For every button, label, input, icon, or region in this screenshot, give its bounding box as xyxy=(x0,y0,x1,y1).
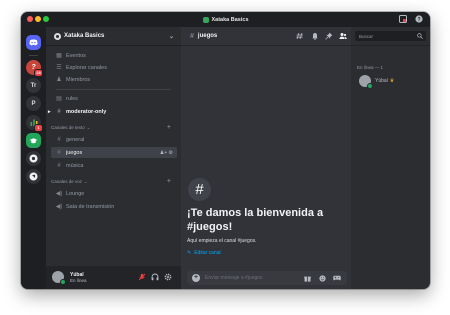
speaker-icon: ◀) xyxy=(55,204,63,210)
search-icon xyxy=(417,33,423,39)
user-panel: Yúbal En línea xyxy=(46,266,181,289)
search-input[interactable] xyxy=(359,31,413,41)
members-item[interactable]: ♟ Miembros xyxy=(51,74,177,85)
unread-badge: 28 xyxy=(34,69,43,77)
browse-channels-item[interactable]: ☰ Explorar canales xyxy=(51,62,177,73)
members-icon: ♟ xyxy=(56,77,62,83)
chevron-down-icon: ⌄ xyxy=(86,125,91,130)
unread-indicator-icon: ▸ xyxy=(48,108,51,115)
add-text-channel-icon[interactable]: + xyxy=(167,124,171,131)
member-list-icon[interactable] xyxy=(338,31,348,41)
voice-channel-lounge[interactable]: ◀) Lounge xyxy=(51,188,177,199)
online-status-icon xyxy=(367,83,373,89)
hash-icon: # xyxy=(57,162,61,169)
calendar-icon: ▦ xyxy=(56,53,62,59)
channel-musica[interactable]: # música xyxy=(51,160,177,171)
member-sidebar: En línea — 1 Yúbal ♛ xyxy=(351,27,430,289)
chat-area: # juegos # ¡Te damos la bienvenida a #ju… xyxy=(181,27,351,289)
server-icon xyxy=(202,16,209,23)
add-voice-channel-icon[interactable]: + xyxy=(167,178,171,185)
title-bar: Xataka Basics ? xyxy=(21,12,430,27)
game-controller-icon[interactable] xyxy=(333,274,341,282)
server-compass-icon[interactable] xyxy=(26,169,41,184)
gift-icon[interactable] xyxy=(303,274,311,282)
add-attachment-icon[interactable]: + xyxy=(192,274,200,282)
channel-moderator-only[interactable]: ▸ # moderator-only xyxy=(48,106,177,117)
user-settings-gear-icon[interactable] xyxy=(163,272,173,282)
online-status-icon xyxy=(60,279,66,285)
window-title: Xataka Basics xyxy=(21,12,430,27)
browse-channels-icon: ☰ xyxy=(56,65,62,71)
message-composer: + xyxy=(187,271,347,285)
server-chart-icon[interactable]: 1 xyxy=(26,115,43,132)
hash-icon: # xyxy=(57,136,61,143)
hash-icon: # xyxy=(190,32,194,40)
inbox-icon[interactable] xyxy=(398,15,407,24)
channel-general[interactable]: # general xyxy=(51,134,177,145)
add-member-icon[interactable]: ♟+ xyxy=(160,150,167,156)
rules-channel-icon: ▤ xyxy=(56,96,62,102)
chevron-down-icon: ⌄ xyxy=(168,33,174,40)
sidebar-divider xyxy=(56,89,171,90)
graduation-cap-icon[interactable] xyxy=(26,133,41,148)
pin-icon[interactable] xyxy=(324,31,334,41)
guild-icon xyxy=(54,32,61,40)
unread-badge: 1 xyxy=(34,124,43,132)
discord-window: Xataka Basics ? ? 28 Tr P 1 Xataka Basic… xyxy=(21,12,430,289)
server-avatar-icon[interactable]: ? 28 xyxy=(26,60,43,77)
server-tr-icon[interactable]: Tr xyxy=(26,78,41,93)
channel-title: juegos xyxy=(197,33,218,39)
server-rail: ? 28 Tr P 1 xyxy=(21,27,46,289)
online-members-header: En línea — 1 xyxy=(357,65,384,70)
header-separator xyxy=(351,45,430,46)
category-voice-channels[interactable]: Canales de voz ⌄ + xyxy=(51,177,177,186)
threads-icon[interactable] xyxy=(295,31,305,41)
server-p-icon[interactable]: P xyxy=(26,96,41,111)
speaker-icon: ◀) xyxy=(55,191,63,197)
voice-channel-transmision[interactable]: ◀) Sala de transmisión xyxy=(51,201,177,212)
headphones-icon[interactable] xyxy=(150,272,160,282)
welcome-hash-icon: # xyxy=(188,178,211,201)
help-icon[interactable]: ? xyxy=(414,15,423,24)
gear-icon[interactable]: ⚙ xyxy=(169,150,173,156)
crown-icon: ♛ xyxy=(389,78,395,84)
guild-header[interactable]: Xataka Basics ⌄ xyxy=(46,27,181,46)
welcome-title: ¡Te damos la bienvenida a #juegos! xyxy=(187,207,324,233)
sticker-icon[interactable] xyxy=(318,274,326,282)
channel-settings-icons[interactable]: ♟+ ⚙ xyxy=(160,150,173,156)
server-round-icon[interactable] xyxy=(26,151,41,166)
svg-text:?: ? xyxy=(417,17,420,23)
search-bar[interactable] xyxy=(355,31,426,41)
locked-channel-icon: # xyxy=(57,108,61,115)
events-item[interactable]: ▦ Eventos xyxy=(51,50,177,61)
chevron-down-icon: ⌄ xyxy=(84,179,88,184)
category-text-channels[interactable]: Canales de texto ⌄ + xyxy=(51,123,177,132)
edit-channel-link[interactable]: ✎ Editar canal xyxy=(187,250,221,256)
muted-mic-icon[interactable] xyxy=(137,272,147,282)
bell-icon[interactable] xyxy=(310,31,320,41)
channel-sidebar: Xataka Basics ⌄ ▦ Eventos ☰ Explorar can… xyxy=(46,27,181,289)
message-input[interactable] xyxy=(205,273,295,283)
member-list-item[interactable]: Yúbal ♛ xyxy=(359,75,427,89)
channel-juegos[interactable]: # juegos ♟+ ⚙ xyxy=(51,147,177,158)
channel-rules[interactable]: ▤ rules xyxy=(51,93,177,104)
welcome-description: Aquí empieza el canal #juegos. xyxy=(187,238,257,244)
discord-home-icon[interactable] xyxy=(26,35,41,50)
pencil-icon: ✎ xyxy=(187,250,192,256)
user-status: En línea xyxy=(70,278,87,283)
hash-icon: # xyxy=(57,149,61,156)
rail-separator xyxy=(29,55,38,56)
channel-header: # juegos xyxy=(181,27,351,46)
